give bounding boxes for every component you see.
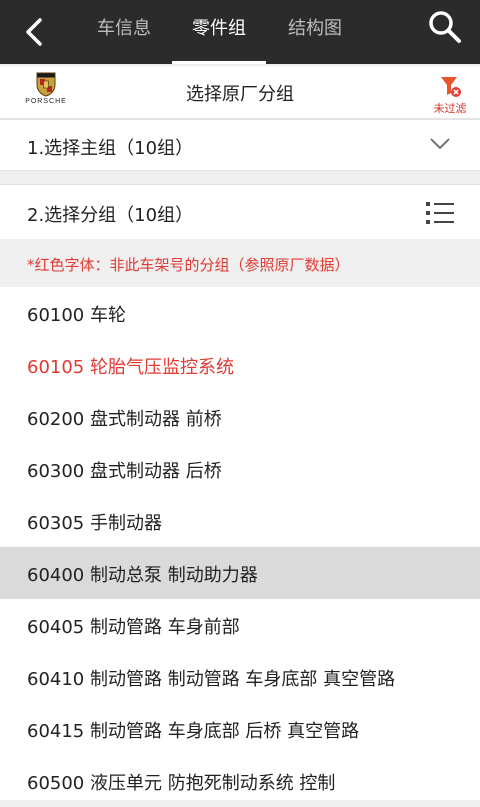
list-icon[interactable] [426, 201, 454, 225]
list-item[interactable]: 60415 制动管路 车身底部 后桥 真空管路 [0, 703, 480, 755]
filter-icon [441, 77, 461, 97]
list-item-label: 60400 制动总泵 制动助力器 [27, 565, 258, 586]
list-item-label: 60415 制动管路 车身底部 后桥 真空管路 [27, 721, 360, 742]
sub-group-label: 2.选择分组（10组） [27, 205, 194, 226]
search-icon [429, 11, 461, 43]
tab-car-info[interactable]: 车信息 [78, 0, 170, 64]
list-item[interactable]: 60410 制动管路 制动管路 车身底部 真空管路 [0, 651, 480, 703]
list-item-label: 60200 盘式制动器 前桥 [27, 409, 222, 430]
page-title: 选择原厂分组 [186, 84, 294, 105]
chevron-down-icon [430, 138, 450, 150]
sub-group-selector[interactable]: 2.选择分组（10组） [0, 184, 480, 240]
list-item-label: 60100 车轮 [27, 305, 126, 326]
list-item[interactable]: 60100 车轮 [0, 287, 480, 339]
list-item[interactable]: 60500 液压单元 防抱死制动系统 控制 [0, 755, 480, 807]
main-group-label: 1.选择主组（10组） [27, 138, 194, 159]
search-button[interactable] [428, 10, 462, 44]
list-item[interactable]: 60105 轮胎气压监控系统 [0, 339, 480, 391]
brand-bar: PORSCHE 选择原厂分组 未过滤 [0, 66, 480, 119]
filter-status-label: 未过滤 [433, 102, 467, 115]
list-item[interactable]: 60305 手制动器 [0, 495, 480, 547]
filter-button[interactable]: 未过滤 [428, 74, 472, 115]
list-item-label: 60105 轮胎气压监控系统 [27, 357, 234, 378]
list-item[interactable]: 60400 制动总泵 制动助力器 [0, 547, 480, 599]
chevron-left-icon [26, 18, 42, 46]
main-group-selector[interactable]: 1.选择主组（10组） [0, 119, 480, 171]
note-text: *红色字体：非此车架号的分组（参照原厂数据） [27, 256, 350, 274]
tab-structure-diagram[interactable]: 结构图 [268, 0, 362, 64]
sub-group-list: 60100 车轮 60105 轮胎气压监控系统 60200 盘式制动器 前桥 6… [0, 287, 480, 800]
list-item-label: 60410 制动管路 制动管路 车身底部 真空管路 [27, 669, 396, 690]
top-bar: 车信息 零件组 结构图 [0, 0, 480, 64]
list-item[interactable]: 60300 盘式制动器 后桥 [0, 443, 480, 495]
list-item[interactable]: 60405 制动管路 车身前部 [0, 599, 480, 651]
list-item-label: 60300 盘式制动器 后桥 [27, 461, 222, 482]
list-item-label: 60405 制动管路 车身前部 [27, 617, 240, 638]
tab-parts-group[interactable]: 零件组 [172, 0, 266, 64]
list-item-label: 60305 手制动器 [27, 513, 162, 534]
list-item[interactable]: 60200 盘式制动器 前桥 [0, 391, 480, 443]
back-button[interactable] [16, 12, 56, 52]
list-item-label: 60500 液压单元 防抱死制动系统 控制 [27, 773, 336, 794]
red-font-note: *红色字体：非此车架号的分组（参照原厂数据） [0, 239, 480, 287]
